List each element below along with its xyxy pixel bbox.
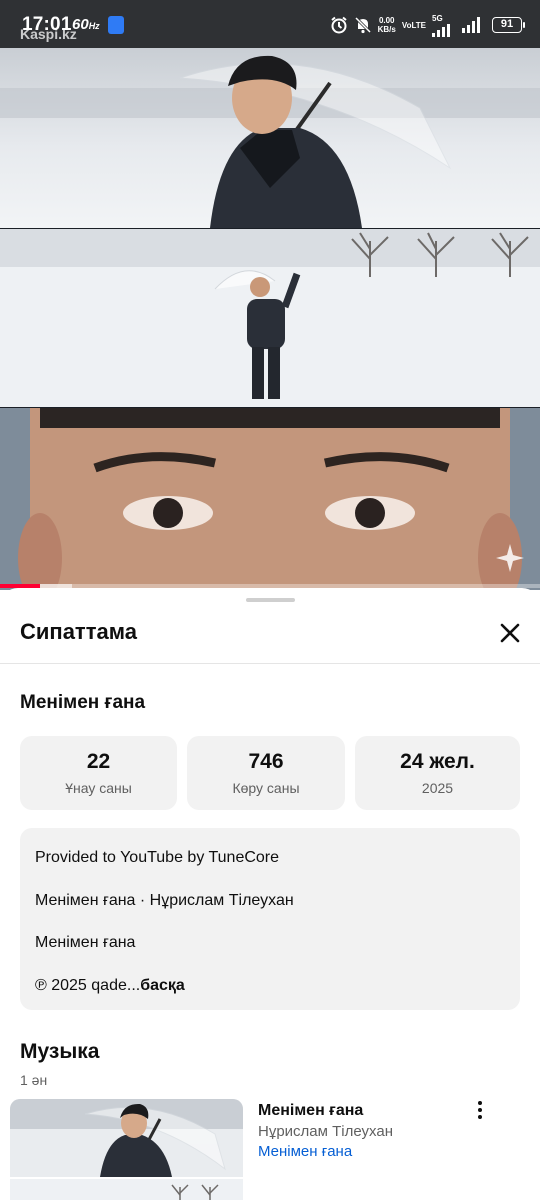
track-title[interactable]: Менімен ғана bbox=[258, 1102, 363, 1120]
views-label: Көру саны bbox=[232, 780, 300, 796]
description-box[interactable]: Provided to YouTube by TuneCore Менімен … bbox=[20, 828, 520, 1010]
net-speed: 0.00 KB/s bbox=[377, 16, 396, 34]
description-sheet: Сипаттама Менімен ғана 22 Ұнау саны 746 … bbox=[0, 588, 540, 1200]
views-count: 746 bbox=[248, 750, 284, 773]
show-more-link[interactable]: басқа bbox=[140, 977, 185, 994]
alarm-icon bbox=[330, 16, 347, 34]
sheet-drag-handle[interactable] bbox=[246, 598, 295, 602]
track-artist[interactable]: Нұрислам Тілеухан bbox=[258, 1123, 393, 1140]
close-icon[interactable] bbox=[492, 615, 528, 651]
watermark-text: Kaspi.kz bbox=[20, 26, 77, 42]
description-line: Менімен ғана · Нұрислам Тілеухан bbox=[35, 891, 294, 909]
music-song-count: 1 ән bbox=[20, 1072, 48, 1088]
mute-bell-icon bbox=[354, 16, 371, 34]
app-notification-icon bbox=[108, 16, 124, 34]
sheet-title: Сипаттама bbox=[20, 619, 137, 644]
status-bar: 17:01 60Hz Kaspi.kz 0.00 KB/s VoLTE 5G 9… bbox=[0, 0, 540, 48]
views-stat: 746 Көру саны bbox=[187, 736, 345, 810]
battery-icon: 91 bbox=[492, 17, 525, 33]
description-line: ℗ 2025 qade...басқа bbox=[35, 975, 505, 1018]
video-frame-eyes-closeup bbox=[0, 408, 540, 590]
more-vert-icon[interactable] bbox=[468, 1098, 492, 1122]
sparkle-icon[interactable] bbox=[496, 544, 524, 572]
signal-icon bbox=[432, 23, 450, 37]
signal-icon-sim2 bbox=[462, 17, 480, 33]
track-thumbnail[interactable] bbox=[10, 1099, 243, 1200]
video-frame-umbrella-portrait bbox=[0, 48, 540, 228]
volte-indicator: VoLTE bbox=[401, 20, 426, 30]
likes-count: 22 bbox=[86, 750, 111, 773]
music-section-title: Музыка bbox=[20, 1040, 100, 1063]
date-stat: 24 жел. 2025 bbox=[355, 736, 520, 810]
likes-stat: 22 Ұнау саны bbox=[20, 736, 177, 810]
video-frame-snow-field bbox=[0, 229, 540, 407]
description-copyright: ℗ 2025 qade... bbox=[35, 976, 141, 994]
likes-label: Ұнау саны bbox=[65, 780, 132, 796]
upload-date: 24 жел. bbox=[400, 750, 475, 773]
video-player[interactable] bbox=[0, 0, 540, 590]
description-line: Менімен ғана bbox=[35, 934, 136, 951]
description-line: Provided to YouTube by TuneCore bbox=[35, 849, 280, 866]
status-icons: 0.00 KB/s VoLTE 5G 91 bbox=[330, 12, 525, 38]
track-album-link[interactable]: Менімен ғана bbox=[258, 1143, 352, 1160]
song-title: Менімен ғана bbox=[20, 692, 146, 713]
network-type: 5G bbox=[432, 13, 443, 23]
divider bbox=[0, 663, 540, 664]
upload-year: 2025 bbox=[421, 780, 454, 796]
